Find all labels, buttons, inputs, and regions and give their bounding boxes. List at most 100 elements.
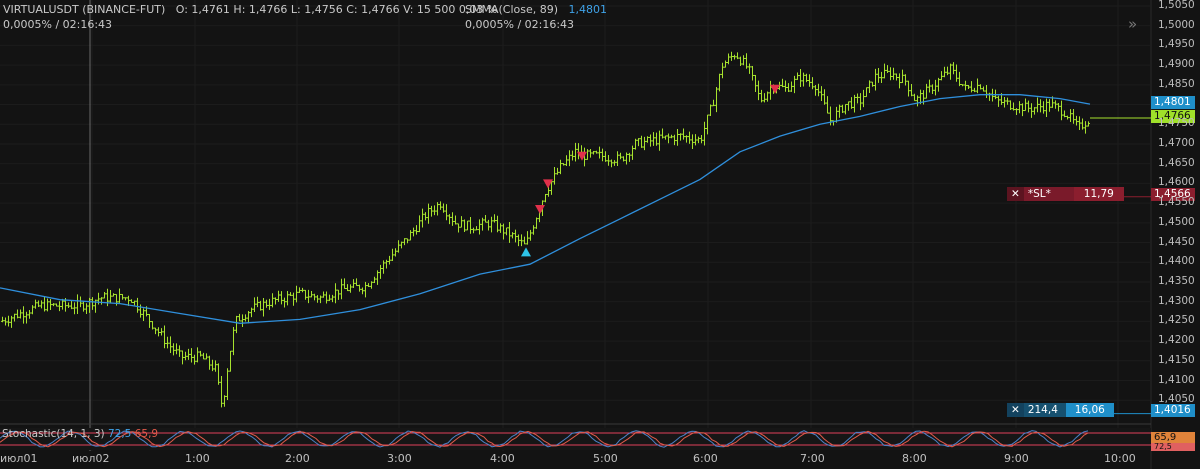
ohlc-bar bbox=[742, 55, 745, 66]
ohlc-bar bbox=[421, 208, 424, 228]
ohlc-bar bbox=[892, 67, 895, 80]
ohlc-bar bbox=[403, 238, 406, 246]
ohlc-bar bbox=[460, 216, 463, 228]
ohlc-bar bbox=[724, 60, 727, 68]
ohlc-bar bbox=[223, 395, 226, 407]
ohlc-bar bbox=[10, 315, 13, 328]
ohlc-bar bbox=[1042, 101, 1045, 114]
ohlc-bar bbox=[505, 227, 508, 236]
ohlc-bar bbox=[547, 186, 550, 197]
ohlc-bar bbox=[1003, 97, 1006, 108]
ohlc-bar bbox=[262, 298, 265, 317]
sl-order-box[interactable]: ✕ *SL* 11,79 bbox=[1007, 187, 1124, 201]
ohlc-bar bbox=[1066, 115, 1069, 120]
ohlc-bar bbox=[700, 134, 703, 144]
ohlc-bar bbox=[715, 86, 718, 113]
ohlc-bar bbox=[601, 148, 604, 162]
limit-order-box[interactable]: ✕ 214,4 16,06 bbox=[1007, 403, 1114, 417]
ohlc-bar bbox=[730, 51, 733, 61]
ohlc-bar bbox=[970, 81, 973, 93]
ohlc-bar bbox=[967, 85, 970, 90]
ohlc-bar bbox=[877, 68, 880, 83]
ohlc-bar bbox=[619, 152, 622, 160]
ohlc-bar bbox=[49, 298, 52, 310]
ohlc-bar bbox=[952, 62, 955, 75]
ohlc-bar bbox=[823, 89, 826, 105]
ohlc-bar bbox=[1012, 102, 1015, 111]
ohlc-bar bbox=[631, 145, 634, 160]
ohlc-bar bbox=[292, 292, 295, 306]
ohlc-bar bbox=[598, 146, 601, 159]
x-axis-label: июл01 bbox=[0, 452, 38, 465]
ohlc-bar bbox=[571, 150, 574, 161]
ohlc-bar bbox=[637, 138, 640, 147]
ohlc-bar bbox=[1009, 100, 1012, 111]
ohlc-bar bbox=[649, 134, 652, 147]
order-value: 16,06 bbox=[1065, 403, 1114, 417]
ohlc-bar bbox=[739, 56, 742, 66]
ohlc-bar bbox=[1027, 100, 1030, 113]
ohlc-bar bbox=[622, 156, 625, 162]
ohlc-bar bbox=[883, 63, 886, 79]
ohlc-bar bbox=[376, 270, 379, 285]
ohlc-bar bbox=[322, 291, 325, 298]
ohlc-bar bbox=[1045, 98, 1048, 117]
ohlc-bar bbox=[313, 293, 316, 301]
ohlc-bar bbox=[250, 307, 253, 318]
stochastic-k: 72,5 bbox=[107, 428, 132, 440]
ohlc-bar bbox=[520, 234, 523, 247]
ohlc-bar bbox=[430, 205, 433, 217]
change-time-2: 0,0005% / 02:16:43 bbox=[465, 18, 575, 31]
ohlc-bar bbox=[154, 327, 157, 335]
ohlc-bar bbox=[379, 264, 382, 279]
ohlc-bar bbox=[868, 80, 871, 94]
stochastic-label: Stochastic(14, 1, 3) bbox=[2, 428, 105, 440]
ohlc-bar bbox=[280, 291, 283, 305]
close-icon[interactable]: ✕ bbox=[1007, 403, 1024, 417]
stochastic-header: Stochastic(14, 1, 3) 72,5 65,9 bbox=[2, 427, 158, 441]
ohlc-bar bbox=[85, 303, 88, 314]
ohlc-bar bbox=[646, 136, 649, 143]
y-axis-label: 1,4050 bbox=[1158, 393, 1195, 406]
ohlc-bar bbox=[901, 69, 904, 84]
ohlc-bar bbox=[136, 297, 139, 313]
ohlc-bar bbox=[121, 293, 124, 300]
y-axis-label: 1,4900 bbox=[1158, 58, 1195, 71]
ohlc-bar bbox=[82, 300, 85, 312]
chevron-double-right-icon[interactable]: » bbox=[1128, 15, 1137, 33]
ohlc-bar bbox=[394, 248, 397, 257]
close-icon[interactable]: ✕ bbox=[1007, 187, 1024, 201]
ohlc-bar bbox=[166, 336, 169, 349]
ohlc-bar bbox=[310, 290, 313, 298]
y-axis-label: 1,4650 bbox=[1158, 156, 1195, 169]
ohlc-bar bbox=[211, 359, 214, 372]
ohlc-bar bbox=[682, 128, 685, 140]
y-axis-label: 1,4700 bbox=[1158, 136, 1195, 149]
y-axis-label: 1,4250 bbox=[1158, 314, 1195, 327]
ohlc-bar bbox=[31, 305, 34, 315]
y-axis-label: 1,4550 bbox=[1158, 196, 1195, 209]
ohlc-bar bbox=[424, 212, 427, 221]
ohlc-bar bbox=[1015, 108, 1018, 116]
sell-marker bbox=[770, 84, 780, 94]
ohlc-bar bbox=[331, 294, 334, 303]
ohlc-bar bbox=[736, 52, 739, 60]
ohlc-bar bbox=[187, 348, 190, 360]
stochastic-d: 65,9 bbox=[134, 428, 159, 440]
ohlc-bar bbox=[490, 216, 493, 233]
ohlc-bar bbox=[763, 93, 766, 103]
ohlc-bar bbox=[274, 297, 277, 305]
ohlc-bar bbox=[73, 302, 76, 315]
ohlc-bar bbox=[1018, 101, 1021, 114]
ohlc-bar bbox=[388, 255, 391, 265]
stoch-d-tag: 72,5 bbox=[1151, 443, 1195, 451]
ohlc-bar bbox=[499, 223, 502, 233]
ohlc-bar bbox=[451, 212, 454, 226]
ohlc-bar bbox=[565, 155, 568, 167]
ohlc-bar bbox=[781, 78, 784, 88]
ohlc-bar bbox=[805, 73, 808, 83]
ohlc-bar bbox=[691, 134, 694, 149]
ohlc-bar bbox=[1006, 97, 1009, 105]
x-axis-label: 7:00 bbox=[800, 452, 825, 465]
price-chart[interactable] bbox=[0, 0, 1200, 469]
